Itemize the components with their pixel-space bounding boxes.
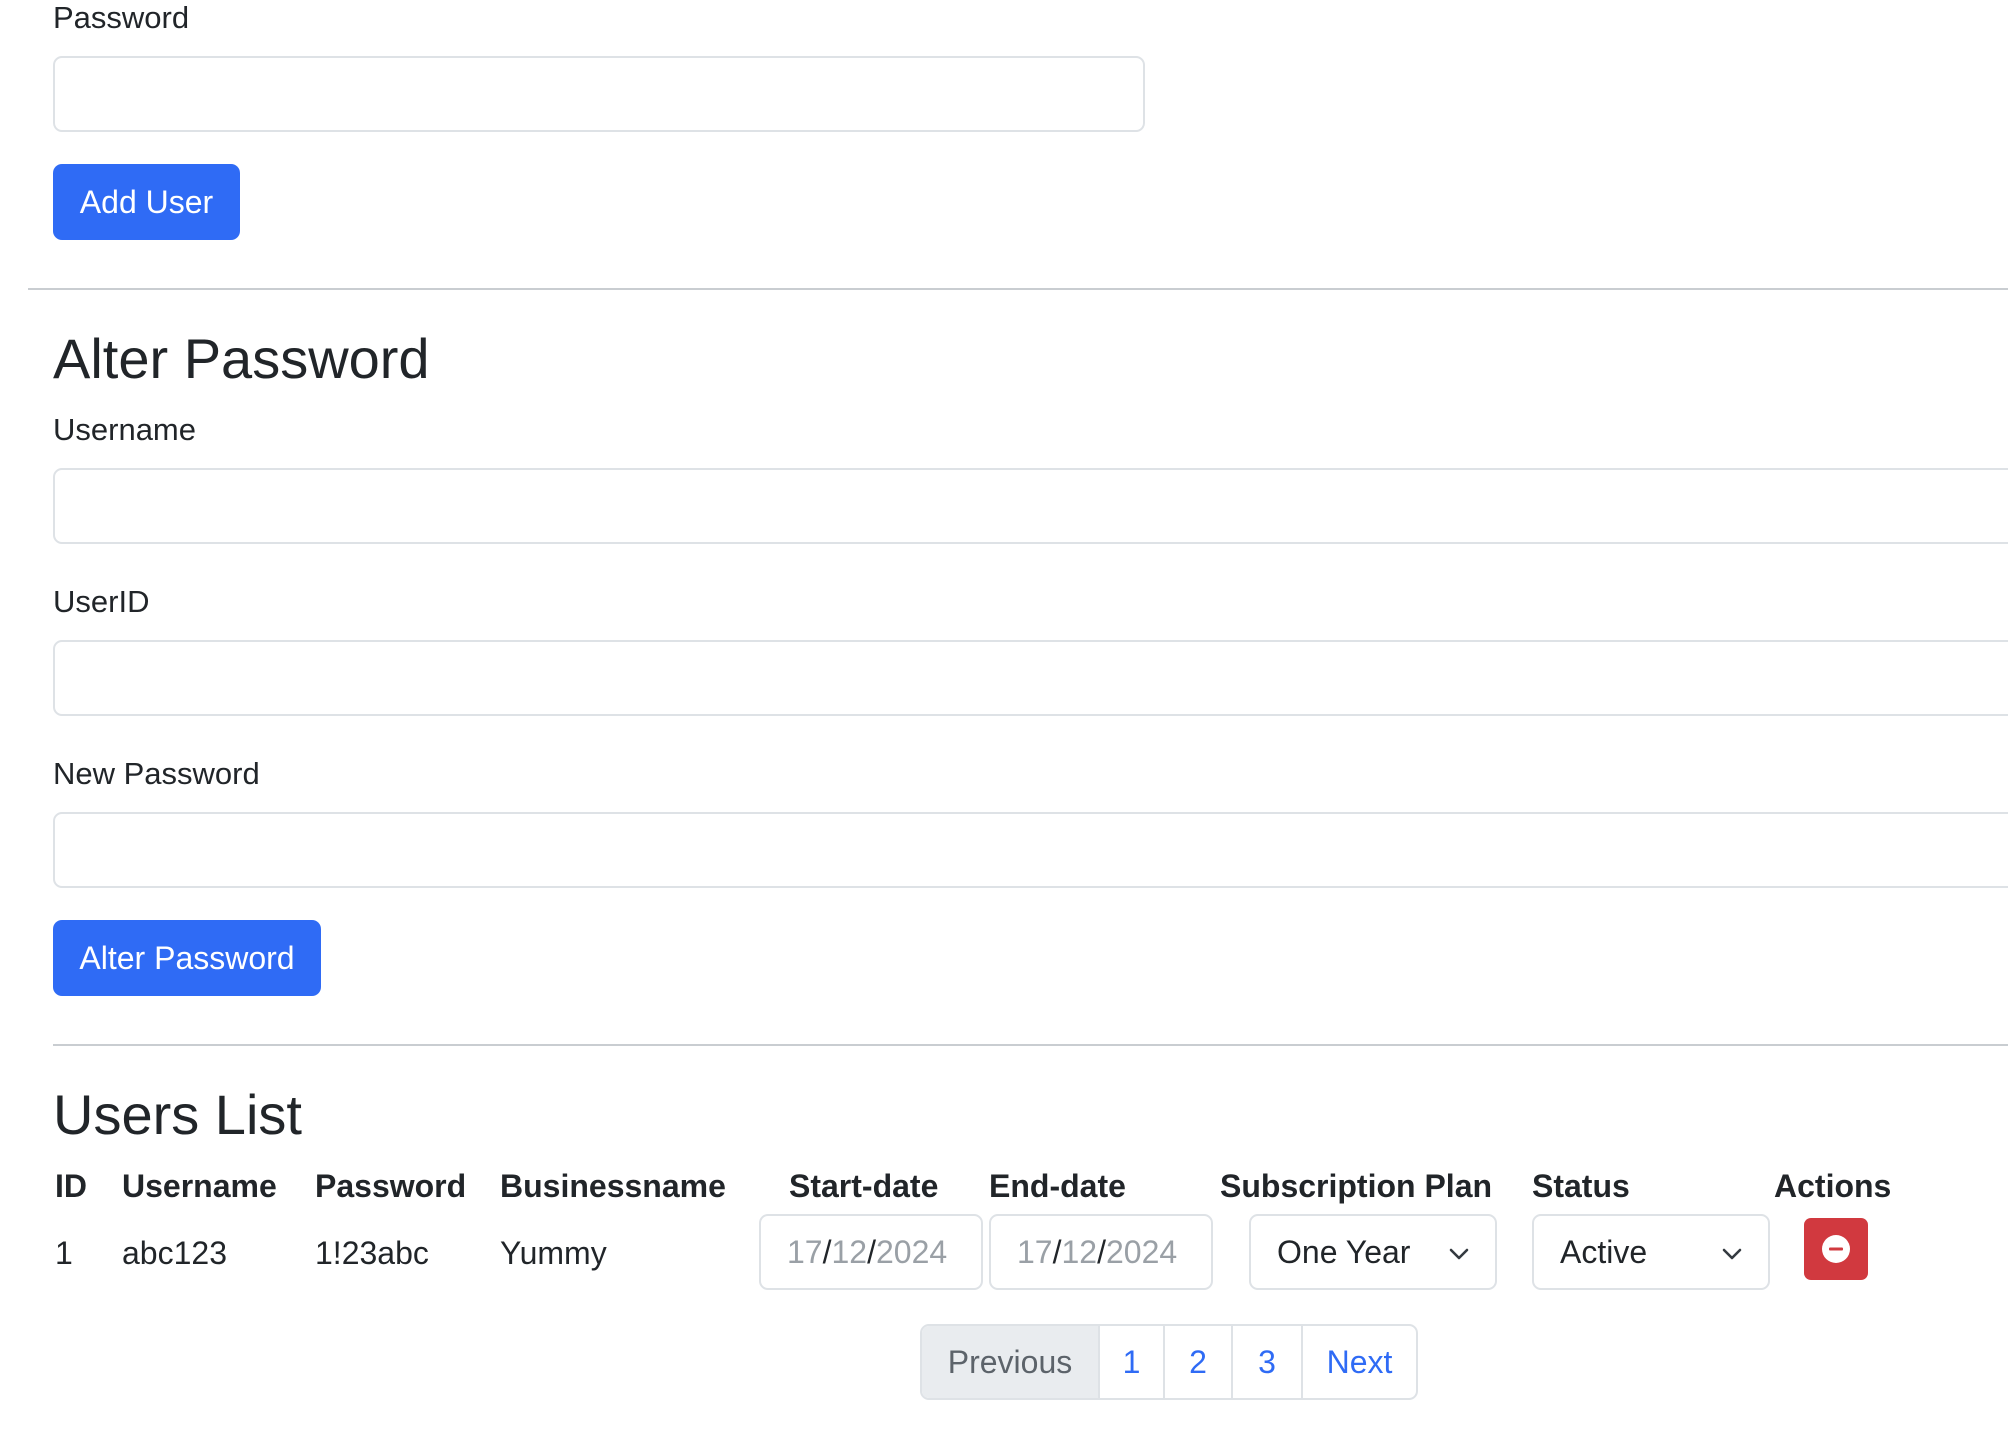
pagination-previous-button[interactable]: Previous (922, 1326, 1098, 1398)
pagination-next-button[interactable]: Next (1301, 1326, 1416, 1398)
column-header-actions: Actions (1774, 1168, 1892, 1204)
add-user-button[interactable]: Add User (53, 164, 240, 240)
chevron-down-icon (1722, 1248, 1742, 1260)
column-header-subscription-plan: Subscription Plan (1220, 1168, 1493, 1204)
column-header-status: Status (1532, 1168, 1630, 1204)
chevron-down-icon (1449, 1248, 1469, 1260)
password-label: Password (53, 0, 190, 35)
section-divider (53, 1044, 2008, 1046)
users-list-title: Users List (53, 1083, 302, 1146)
page: Password Add User Alter Password Usernam… (0, 0, 2008, 1438)
userid-input[interactable] (53, 640, 2008, 716)
column-header-password: Password (315, 1168, 467, 1204)
pagination-page-1[interactable]: 1 (1098, 1326, 1163, 1398)
status-select[interactable]: Active (1532, 1214, 1770, 1290)
column-header-id: ID (55, 1168, 87, 1204)
pagination-page-3[interactable]: 3 (1231, 1326, 1301, 1398)
alter-password-button[interactable]: Alter Password (53, 920, 321, 996)
cell-password: 1!23abc (315, 1235, 429, 1271)
password-input[interactable] (53, 56, 1145, 132)
cell-businessname: Yummy (500, 1235, 607, 1271)
column-header-username: Username (122, 1168, 277, 1204)
username-input[interactable] (53, 468, 2008, 544)
start-date-month: 12 (831, 1233, 868, 1270)
minus-circle-icon (1822, 1235, 1850, 1263)
cell-username: abc123 (122, 1235, 227, 1271)
start-date-input[interactable]: 17/12/2024 (759, 1214, 983, 1290)
column-header-businessname: Businessname (500, 1168, 726, 1204)
end-date-year: 2024 (1105, 1233, 1178, 1270)
userid-label: UserID (53, 584, 150, 619)
alter-password-title: Alter Password (53, 327, 430, 390)
subscription-plan-value: One Year (1277, 1233, 1411, 1270)
status-value: Active (1560, 1233, 1648, 1270)
date-separator: / (1097, 1233, 1106, 1270)
cell-id: 1 (55, 1235, 73, 1271)
end-date-input[interactable]: 17/12/2024 (989, 1214, 1213, 1290)
start-date-year: 2024 (875, 1233, 948, 1270)
pagination: Previous 1 2 3 Next (920, 1324, 1418, 1400)
column-header-start-date: Start-date (789, 1168, 939, 1204)
date-separator: / (822, 1233, 832, 1270)
new-password-label: New Password (53, 756, 260, 791)
section-divider (28, 288, 2008, 290)
delete-user-button[interactable] (1804, 1218, 1868, 1280)
start-date-day: 17 (787, 1233, 823, 1270)
end-date-day: 17 (1017, 1233, 1053, 1270)
date-separator: / (867, 1233, 876, 1270)
subscription-plan-select[interactable]: One Year (1249, 1214, 1497, 1290)
column-header-end-date: End-date (989, 1168, 1126, 1204)
new-password-input[interactable] (53, 812, 2008, 888)
pagination-page-2[interactable]: 2 (1163, 1326, 1231, 1398)
end-date-month: 12 (1061, 1233, 1098, 1270)
username-label: Username (53, 412, 196, 447)
date-separator: / (1052, 1233, 1062, 1270)
